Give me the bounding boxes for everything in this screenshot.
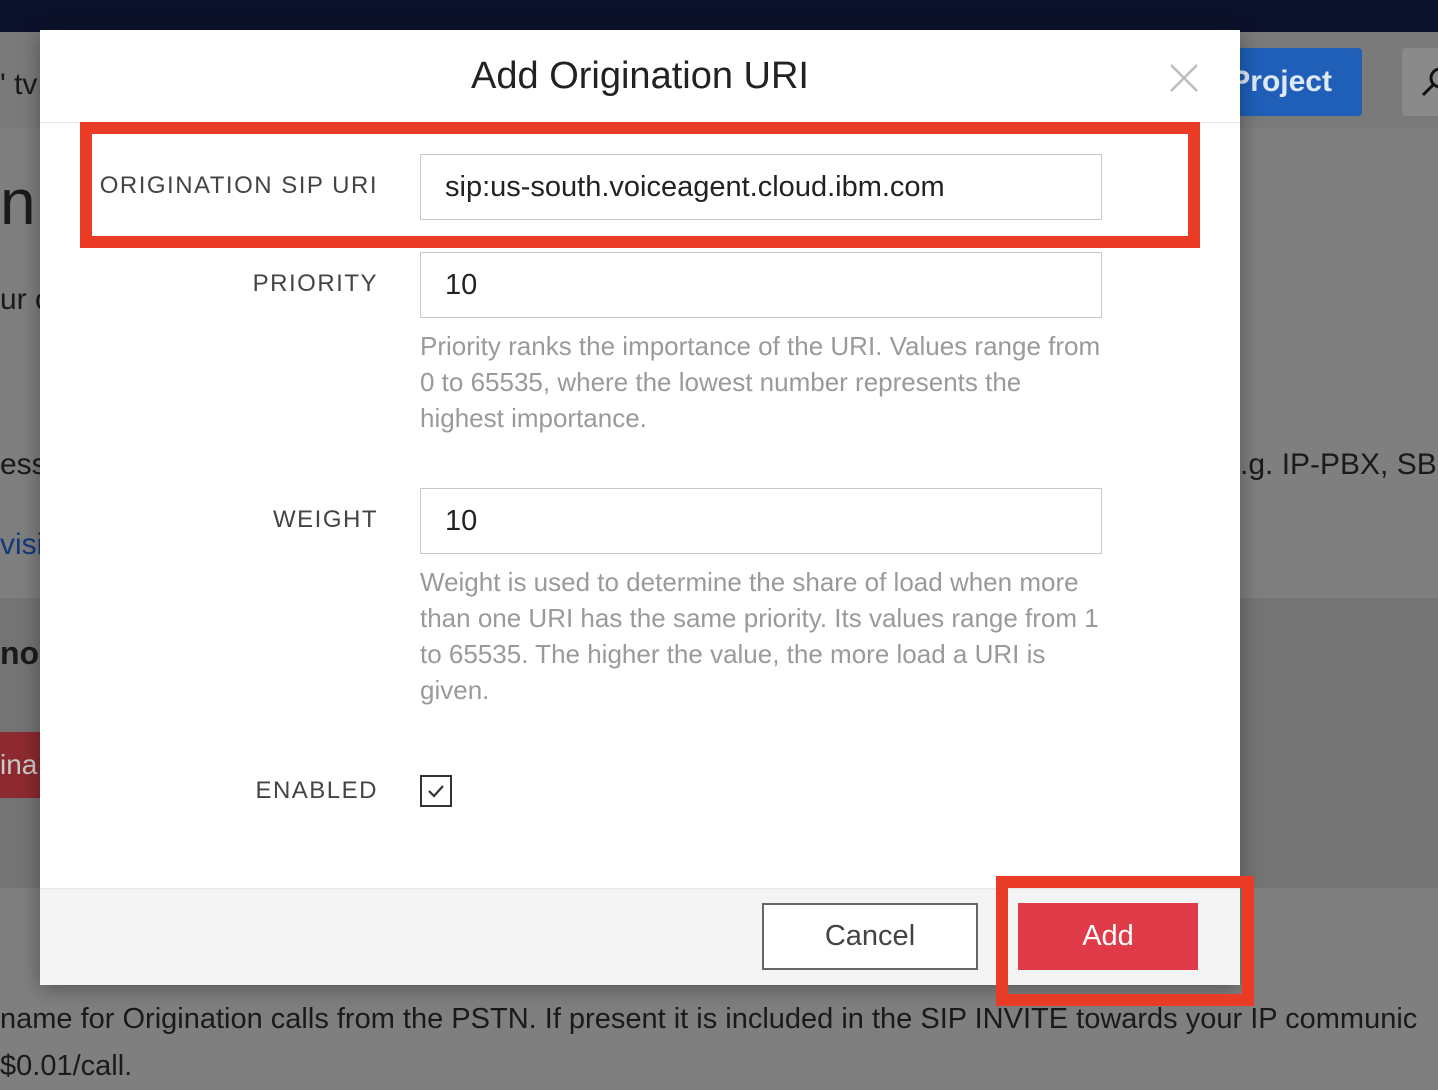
priority-label: PRIORITY: [252, 270, 378, 297]
weight-input[interactable]: [420, 488, 1102, 554]
weight-label: WEIGHT: [273, 506, 378, 533]
page-heading: n: [0, 166, 36, 238]
add-origination-uri-dialog: Add Origination URI ORIGINATION SIP URI …: [40, 30, 1240, 985]
top-navigation-bar: [0, 0, 1438, 32]
add-button[interactable]: Add: [1018, 903, 1198, 970]
check-icon: [428, 785, 444, 798]
search-button[interactable]: [1402, 48, 1438, 116]
dialog-title: Add Origination URI: [471, 55, 809, 97]
enabled-label: ENABLED: [255, 777, 378, 804]
weight-help-text: Weight is used to determine the share of…: [420, 567, 1099, 705]
enabled-checkbox[interactable]: [420, 775, 452, 807]
page-link[interactable]: visi: [0, 528, 43, 562]
new-origination-button[interactable]: ina: [0, 732, 44, 798]
dialog-footer: Cancel Add: [40, 888, 1240, 985]
priority-help-text: Priority ranks the importance of the URI…: [420, 331, 1101, 433]
close-icon[interactable]: [1168, 62, 1200, 94]
field-description: name for Origination calls from the PSTN…: [0, 1003, 1418, 1035]
sip-uri-input[interactable]: [420, 154, 1102, 220]
priority-input[interactable]: [420, 252, 1102, 318]
breadcrumb: ' tv: [0, 68, 38, 101]
dialog-header: Add Origination URI: [40, 30, 1240, 123]
sip-uri-label: ORIGINATION SIP URI: [99, 172, 378, 199]
cancel-button[interactable]: Cancel: [762, 903, 978, 970]
page-body-text-right: .g. IP-PBX, SBC): [1240, 448, 1438, 481]
search-icon: [1421, 67, 1438, 97]
price-note: $0.01/call.: [0, 1050, 133, 1082]
